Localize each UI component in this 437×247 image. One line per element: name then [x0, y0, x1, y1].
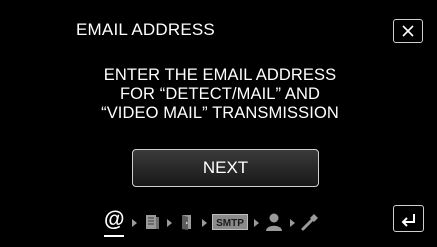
message-line-1: ENTER THE EMAIL ADDRESS — [103, 66, 337, 84]
instruction-message: ENTER THE EMAIL ADDRESS FOR “DETECT/MAIL… — [60, 66, 380, 123]
step-arrow-icon — [254, 219, 259, 227]
tool-icon — [301, 214, 318, 231]
step-arrow-icon — [167, 219, 172, 227]
next-button[interactable]: NEXT — [132, 149, 319, 187]
at-icon: @ — [104, 208, 125, 231]
screen: EMAIL ADDRESS ENTER THE EMAIL ADDRESS FO… — [0, 0, 437, 247]
smtp-icon: SMTP — [212, 214, 248, 230]
back-button[interactable] — [393, 205, 424, 232]
user-icon — [266, 213, 282, 231]
message-line-2: FOR “DETECT/MAIL” AND — [119, 85, 321, 103]
setup-steps: @ SMTP — [96, 208, 366, 237]
book-icon — [146, 215, 159, 229]
door-icon — [182, 215, 191, 230]
step-arrow-icon — [132, 219, 137, 227]
step-arrow-icon — [290, 219, 295, 227]
close-button[interactable] — [393, 19, 423, 43]
step-arrow-icon — [202, 219, 207, 227]
smtp-icon-label: SMTP — [216, 218, 244, 229]
page-title: EMAIL ADDRESS — [76, 20, 215, 39]
back-icon — [401, 213, 415, 227]
close-icon — [402, 25, 414, 37]
active-step-underline — [104, 235, 124, 237]
message-line-3: “VIDEO MAIL” TRANSMISSION — [101, 104, 339, 122]
